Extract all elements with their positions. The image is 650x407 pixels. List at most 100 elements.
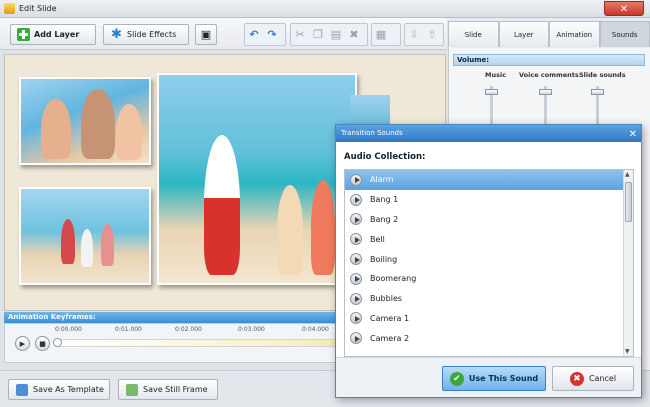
cancel-icon: ✖ bbox=[569, 371, 584, 386]
save-as-template-button[interactable]: Save As Template bbox=[8, 379, 110, 400]
save-template-label: Save As Template bbox=[33, 385, 104, 394]
play-button[interactable]: ▶ bbox=[15, 336, 30, 351]
plus-icon bbox=[17, 28, 30, 41]
person-figure bbox=[41, 99, 71, 159]
list-item[interactable]: Bang 2 bbox=[345, 210, 633, 230]
person-figure bbox=[81, 229, 93, 267]
stop-button[interactable]: ■ bbox=[35, 336, 50, 351]
use-this-sound-button[interactable]: ✔ Use This Sound bbox=[442, 366, 546, 391]
grid-tool-group: ▦ bbox=[371, 23, 401, 46]
sound-name: Bubbles bbox=[370, 294, 403, 304]
list-item[interactable]: Bubbles bbox=[345, 289, 633, 309]
dialog-titlebar: Transition Sounds ✕ bbox=[336, 125, 641, 142]
redo-icon[interactable]: ↷ bbox=[263, 28, 281, 41]
voice-volume-slider[interactable] bbox=[539, 86, 552, 126]
slide-sounds-volume-slider[interactable] bbox=[591, 86, 604, 126]
list-item[interactable]: Alarm bbox=[345, 170, 633, 190]
play-icon[interactable] bbox=[350, 292, 362, 305]
list-scrollbar[interactable]: ▲ ▼ bbox=[623, 170, 633, 356]
window-title: Edit Slide bbox=[19, 4, 57, 13]
add-layer-label: Add Layer bbox=[34, 30, 80, 39]
settings-tabs: Slide Layer Animation Sounds bbox=[448, 18, 650, 48]
undo-redo-group: ↶ ↷ bbox=[244, 23, 286, 46]
sound-name: Boiling bbox=[370, 254, 398, 264]
grid-icon[interactable]: ▦ bbox=[372, 28, 390, 41]
save-still-frame-button[interactable]: Save Still Frame bbox=[118, 379, 218, 400]
save-frame-label: Save Still Frame bbox=[143, 385, 208, 394]
cancel-button[interactable]: ✖ Cancel bbox=[552, 366, 634, 391]
effects-icon: ✱ bbox=[111, 27, 122, 42]
play-icon[interactable] bbox=[350, 312, 362, 325]
delete-icon[interactable]: ✖ bbox=[345, 28, 363, 41]
play-icon[interactable] bbox=[350, 332, 362, 345]
sound-name: Camera 1 bbox=[370, 313, 410, 323]
person-figure bbox=[311, 180, 335, 275]
transition-sounds-dialog: Transition Sounds ✕ Audio Collection: Al… bbox=[335, 124, 642, 398]
sound-name: Camera 2 bbox=[370, 333, 410, 343]
check-icon: ✔ bbox=[449, 371, 464, 386]
photo-family-beach-walk[interactable] bbox=[19, 187, 151, 285]
person-figure bbox=[204, 135, 240, 275]
tab-sounds[interactable]: Sounds bbox=[599, 21, 650, 47]
camera-button[interactable]: ▣ bbox=[195, 24, 217, 45]
play-icon[interactable] bbox=[350, 272, 362, 285]
ruler-tick: 0:03.000 bbox=[238, 326, 265, 333]
person-figure bbox=[101, 224, 114, 266]
playhead-handle[interactable] bbox=[53, 338, 62, 347]
tab-layer[interactable]: Layer bbox=[498, 21, 549, 47]
scroll-up-icon[interactable]: ▲ bbox=[625, 171, 630, 178]
slider-thumb[interactable] bbox=[485, 89, 498, 95]
sound-name: Alarm bbox=[370, 175, 394, 185]
sound-list[interactable]: Alarm Bang 1 Bang 2 Bell Boiling Boomera… bbox=[344, 169, 634, 357]
ruler-tick: 0:04.000 bbox=[302, 326, 329, 333]
list-item[interactable]: Bell bbox=[345, 229, 633, 249]
scroll-down-icon[interactable]: ▼ bbox=[625, 348, 630, 355]
slider-thumb[interactable] bbox=[591, 89, 604, 95]
music-volume-slider[interactable] bbox=[485, 86, 498, 126]
list-item[interactable]: Boiling bbox=[345, 249, 633, 269]
undo-icon[interactable]: ↶ bbox=[245, 28, 263, 41]
person-figure bbox=[277, 185, 303, 275]
tab-slide[interactable]: Slide bbox=[448, 21, 499, 47]
slider-thumb[interactable] bbox=[539, 89, 552, 95]
move-down-icon[interactable]: ⇩ bbox=[405, 28, 423, 41]
person-figure bbox=[81, 89, 115, 159]
paste-icon[interactable]: ▤ bbox=[327, 28, 345, 41]
ruler-tick: 0:00.000 bbox=[55, 326, 82, 333]
slide-effects-button[interactable]: ✱ Slide Effects bbox=[103, 24, 189, 45]
cut-icon[interactable]: ✂ bbox=[291, 28, 309, 41]
sound-name: Bang 1 bbox=[370, 195, 399, 205]
window-close-button[interactable]: ✕ bbox=[604, 1, 644, 16]
photo-family-selfie[interactable] bbox=[19, 77, 151, 165]
frame-icon bbox=[126, 383, 138, 396]
dialog-title: Transition Sounds bbox=[341, 129, 403, 137]
sound-name: Boomerang bbox=[370, 274, 417, 284]
use-sound-label: Use This Sound bbox=[468, 374, 539, 383]
scroll-thumb[interactable] bbox=[625, 182, 632, 222]
dialog-close-icon[interactable]: ✕ bbox=[629, 126, 637, 143]
copy-icon[interactable]: ❐ bbox=[309, 28, 327, 41]
list-item[interactable]: Bang 1 bbox=[345, 190, 633, 210]
app-icon bbox=[4, 3, 15, 14]
list-item[interactable]: Camera 1 bbox=[345, 309, 633, 329]
camera-icon: ▣ bbox=[200, 28, 212, 41]
move-tools-group: ⇩ ⇧ bbox=[404, 23, 444, 46]
list-item[interactable]: Boomerang bbox=[345, 269, 633, 289]
sound-name: Bell bbox=[370, 234, 385, 244]
move-up-icon[interactable]: ⇧ bbox=[423, 28, 441, 41]
photo-family-main[interactable] bbox=[157, 73, 357, 285]
ruler-tick: 0:02.000 bbox=[175, 326, 202, 333]
cancel-label: Cancel bbox=[588, 374, 617, 383]
play-icon[interactable] bbox=[350, 193, 362, 206]
edit-tools-group: ✂ ❐ ▤ ✖ bbox=[290, 23, 368, 46]
list-item[interactable]: Camera 2 bbox=[345, 328, 633, 348]
play-icon[interactable] bbox=[350, 213, 362, 226]
ruler-tick: 0:01.000 bbox=[115, 326, 142, 333]
play-icon[interactable] bbox=[350, 253, 362, 266]
play-icon[interactable] bbox=[350, 233, 362, 246]
play-icon[interactable] bbox=[350, 173, 362, 186]
music-label: Music bbox=[485, 71, 507, 79]
add-layer-button[interactable]: Add Layer bbox=[10, 24, 96, 45]
template-icon bbox=[16, 383, 28, 396]
tab-animation[interactable]: Animation bbox=[549, 21, 600, 47]
